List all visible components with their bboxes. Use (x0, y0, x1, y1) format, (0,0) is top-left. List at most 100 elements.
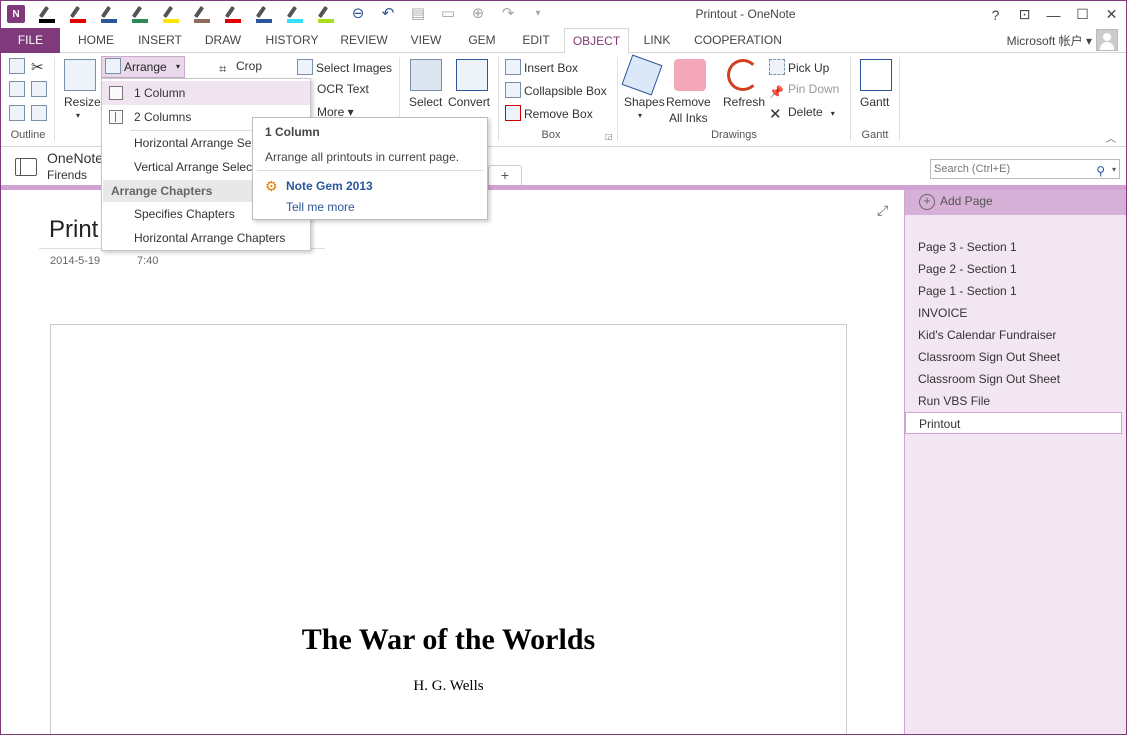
page-list: + Add Page Page 3 - Section 1 Page 2 - S… (904, 190, 1126, 734)
eraser-icon[interactable] (674, 59, 706, 91)
outline-collapse-icon[interactable] (31, 105, 50, 121)
page-list-item[interactable]: Kid's Calendar Fundraiser (905, 324, 1122, 346)
page-list-item-selected[interactable]: Printout (905, 412, 1122, 434)
page-list-item[interactable]: Classroom Sign Out Sheet (905, 346, 1122, 368)
full-page-expand-icon[interactable]: ⤢ (877, 202, 888, 219)
avatar[interactable] (1096, 29, 1118, 51)
tab-insert[interactable]: INSERT (134, 28, 186, 53)
notebook-icon[interactable] (15, 158, 37, 176)
blue-pen-icon[interactable] (101, 5, 117, 23)
remove-all-inks-label[interactable]: All Inks (669, 111, 708, 125)
cyan-highlighter-icon[interactable] (287, 5, 303, 23)
resize-button[interactable]: Resize (64, 95, 101, 109)
refresh-icon[interactable] (727, 59, 759, 91)
tab-object[interactable]: OBJECT (564, 28, 629, 54)
tab-gem[interactable]: GEM (462, 28, 502, 53)
page-title[interactable]: Print (49, 216, 98, 244)
search-input[interactable]: Search (Ctrl+E) ⚲ ▾ (930, 159, 1120, 179)
add-page-button[interactable]: + Add Page (905, 190, 1126, 215)
select-button[interactable]: Select (409, 95, 442, 109)
outline-expand-icon[interactable] (9, 105, 28, 121)
outline-left-align-icon[interactable] (9, 58, 28, 74)
tab-history[interactable]: HISTORY (263, 28, 321, 53)
close-button[interactable]: ✕ (1097, 1, 1126, 28)
search-scope-dropdown-icon[interactable]: ▾ (1112, 161, 1116, 179)
arrange-button[interactable]: Arrange ▾ (101, 56, 185, 78)
menu-item-1-column[interactable]: 1 Column (102, 81, 310, 105)
back-icon[interactable]: ⊖ (349, 5, 367, 23)
gantt-icon[interactable] (860, 59, 892, 91)
page-list-item[interactable]: Page 2 - Section 1 (905, 258, 1122, 280)
brown-pen-icon[interactable] (194, 5, 210, 23)
tab-draw[interactable]: DRAW (199, 28, 247, 53)
dock-to-desktop-icon[interactable]: ▤ (409, 5, 427, 23)
remove-all-inks-button[interactable]: Remove (666, 95, 711, 109)
page-list-item[interactable]: Page 3 - Section 1 (905, 236, 1122, 258)
ocr-text-button[interactable]: OCR Text (317, 82, 369, 96)
select-images-button[interactable]: Select Images (297, 59, 392, 75)
collapse-ribbon-icon[interactable]: ︿ (1106, 130, 1116, 145)
tab-cooperation[interactable]: COOPERATION (693, 28, 783, 53)
lime-highlighter-icon[interactable] (318, 5, 334, 23)
menu-item-horizontal-arrange-chapters[interactable]: Horizontal Arrange Chapters (102, 226, 310, 250)
redo-icon[interactable]: ↷ (499, 5, 517, 23)
tab-home[interactable]: HOME (71, 28, 121, 53)
tab-file[interactable]: FILE (1, 28, 60, 53)
forward-icon[interactable]: ⊕ (469, 5, 487, 23)
page-list-item[interactable]: Run VBS File (905, 390, 1122, 412)
page-canvas[interactable]: Print 2014-5-19 7:40 ⤢ The War of the Wo… (1, 190, 904, 734)
resize-dropdown-icon[interactable]: ▾ (76, 111, 80, 120)
search-icon[interactable]: ⚲ (1096, 162, 1105, 180)
remove-box-button[interactable]: Remove Box (505, 105, 593, 121)
drawings-group-label: Drawings (711, 129, 757, 141)
page-list-item[interactable]: Classroom Sign Out Sheet (905, 368, 1122, 390)
arrange-icon (105, 58, 121, 74)
onenote-app-icon[interactable]: N (7, 5, 25, 23)
help-button[interactable]: ? (981, 1, 1010, 28)
box-dialog-launcher-icon[interactable]: ◲ (605, 132, 613, 141)
page-list-item[interactable]: Page 1 - Section 1 (905, 280, 1122, 302)
paste-icon[interactable] (31, 81, 50, 97)
customize-qat-icon[interactable]: ▾ (529, 5, 547, 23)
collapsible-box-button[interactable]: Collapsible Box (505, 82, 607, 98)
arrange-dropdown-icon: ▾ (175, 62, 180, 71)
maximize-button[interactable]: ☐ (1068, 1, 1097, 28)
full-page-view-icon[interactable]: ▭ (439, 5, 457, 23)
insert-box-button[interactable]: Insert Box (505, 59, 578, 75)
gantt-button[interactable]: Gantt (860, 95, 889, 109)
shapes-dropdown-icon[interactable]: ▾ (638, 111, 642, 120)
delete-button[interactable]: ✕ Delete ▾ (769, 105, 835, 124)
red-marker-icon[interactable] (225, 5, 241, 23)
tab-review[interactable]: REVIEW (337, 28, 391, 53)
yellow-highlighter-icon[interactable] (163, 5, 179, 23)
red-pen-icon[interactable] (70, 5, 86, 23)
undo-icon[interactable]: ↶ (379, 5, 397, 23)
resize-icon[interactable] (64, 59, 96, 91)
section-name[interactable]: Firends (47, 168, 87, 182)
outline-tree-icon[interactable] (9, 81, 28, 97)
account-menu[interactable]: Microsoft 帐户 ▾ (1007, 32, 1092, 49)
tell-me-more-link[interactable]: Tell me more (286, 200, 355, 214)
black-pen-icon[interactable] (39, 5, 55, 23)
shapes-icon[interactable] (621, 54, 663, 96)
convert-button[interactable]: Convert (448, 95, 490, 109)
tab-link[interactable]: LINK (637, 28, 677, 53)
ribbon-display-options-button[interactable]: ⊡ (1010, 1, 1039, 28)
select-grid-icon[interactable] (410, 59, 442, 91)
notebook-name[interactable]: OneNote (47, 150, 103, 166)
cut-icon[interactable]: ✂ (31, 58, 44, 76)
convert-icon[interactable] (456, 59, 488, 91)
crop-button[interactable]: ⌗ Crop (219, 59, 262, 77)
printout-image[interactable]: The War of the Worlds H. G. Wells (50, 324, 847, 734)
green-pen-icon[interactable] (132, 5, 148, 23)
pick-up-button[interactable]: Pick Up (769, 59, 829, 75)
blue-marker-icon[interactable] (256, 5, 272, 23)
tab-view[interactable]: VIEW (406, 28, 446, 53)
page-list-item[interactable]: INVOICE (905, 302, 1122, 324)
pin-down-button[interactable]: 📌 Pin Down (769, 82, 839, 101)
refresh-button[interactable]: Refresh (723, 95, 765, 109)
add-section-button[interactable]: + (488, 165, 522, 185)
minimize-button[interactable]: — (1039, 1, 1068, 28)
tab-edit[interactable]: EDIT (516, 28, 556, 53)
shapes-button[interactable]: Shapes (624, 95, 665, 109)
